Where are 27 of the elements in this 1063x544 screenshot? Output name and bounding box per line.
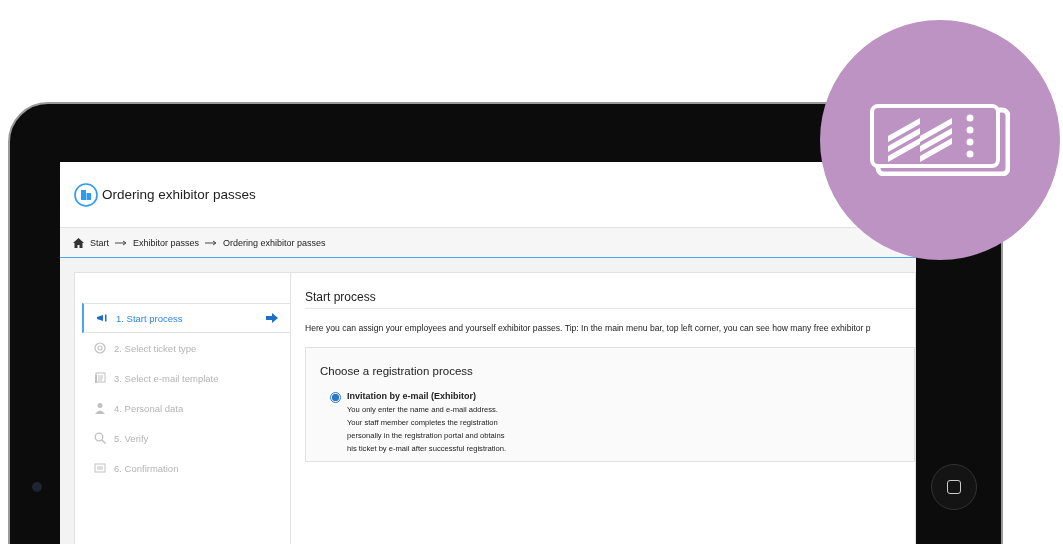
search-icon — [94, 432, 106, 444]
step-item[interactable]: 1. Start process — [82, 303, 290, 333]
step-item[interactable]: 4. Personal data — [82, 393, 290, 423]
camera-dot — [32, 482, 42, 492]
option-label: Invitation by e-mail (Exhibitor) — [347, 391, 477, 401]
frame-icon — [94, 462, 106, 474]
radio-button[interactable] — [330, 392, 341, 403]
card-title: Choose a registration process — [320, 365, 474, 377]
step-item[interactable]: 3. Select e-mail template — [82, 363, 290, 393]
arrow-icon — [205, 239, 218, 246]
breadcrumb-link[interactable]: Start — [90, 237, 109, 248]
document-icon — [94, 372, 106, 384]
intro-text: Here you can assign your employees and yourself exhibitor passes. Tip: In the main menu bar, top left corner, you can see how many free exhibitor p — [305, 323, 872, 333]
arrow-right-icon — [266, 313, 278, 323]
step-item[interactable]: 5. Verify — [82, 423, 290, 453]
breadcrumb-link[interactable]: Exhibitor passes — [133, 237, 200, 248]
megaphone-icon — [96, 312, 108, 324]
arrow-icon — [115, 239, 127, 246]
building-icon — [74, 182, 98, 207]
breadcrumb-link[interactable]: Ordering exhibitor passes — [223, 237, 326, 248]
step-item[interactable]: 2. Select ticket type — [82, 333, 290, 363]
step-item[interactable]: 6. Confirmation — [82, 453, 290, 483]
person-icon — [94, 402, 106, 414]
section-heading: Start process — [305, 290, 915, 309]
home-icon — [73, 237, 84, 248]
ticket-icon — [870, 104, 1010, 176]
page-title: Ordering exhibitor passes — [102, 187, 256, 202]
